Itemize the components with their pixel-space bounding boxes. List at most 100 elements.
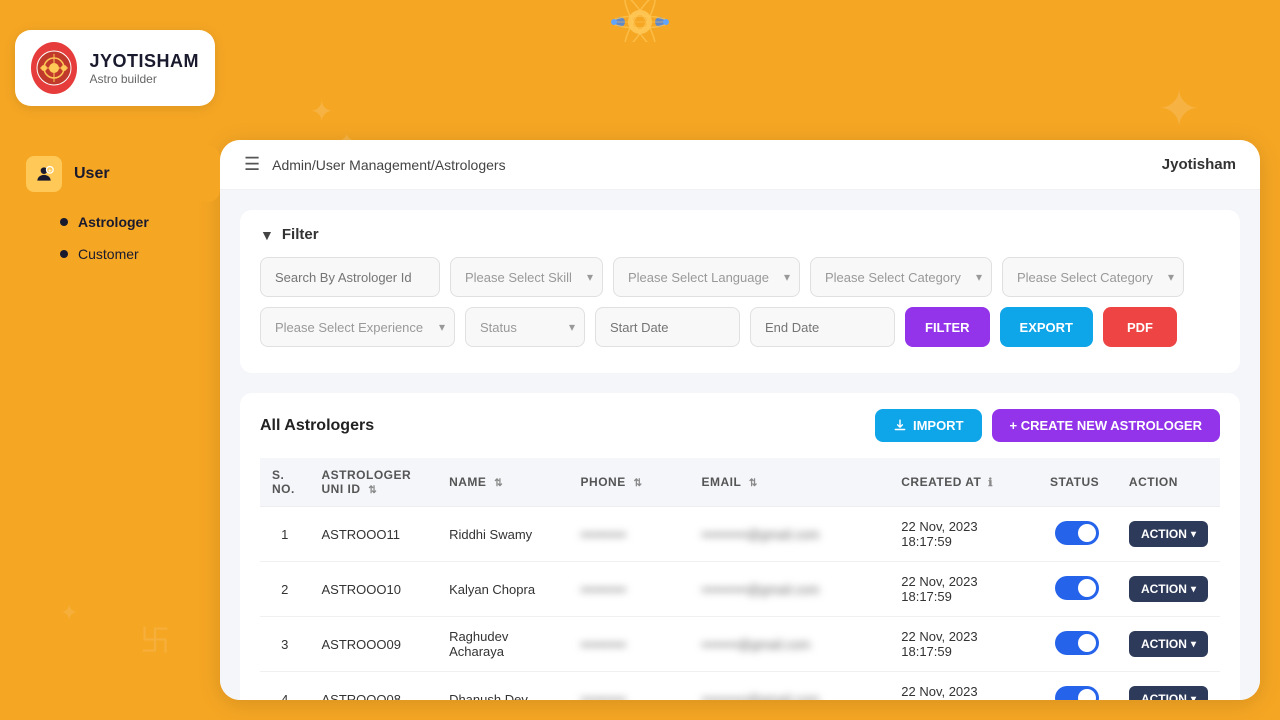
logo-icon xyxy=(31,42,77,94)
status-select-wrapper: Status xyxy=(465,307,585,347)
cell-created: 22 Nov, 2023 18:17:59 xyxy=(889,672,1038,701)
header-left: ☰ Admin/User Management/Astrologers xyxy=(244,154,506,175)
action-button[interactable]: ACTION ▾ xyxy=(1129,576,1208,602)
app-subtitle: Astro builder xyxy=(89,72,199,86)
nav-sub-items: Astrologer Customer xyxy=(10,206,220,270)
filter-header: ▼ Filter xyxy=(260,226,1220,243)
cell-action: ACTION ▾ xyxy=(1117,562,1220,617)
nav-user-label: User xyxy=(74,165,110,183)
table-row: 3 ASTROOO09 Raghudev Acharaya ••••••••••… xyxy=(260,617,1220,672)
skill-select[interactable]: Please Select Skill xyxy=(450,257,603,297)
cell-action: ACTION ▾ xyxy=(1117,507,1220,562)
language-select[interactable]: Please Select Language xyxy=(613,257,800,297)
cell-sno: 4 xyxy=(260,672,310,701)
col-email[interactable]: EMAIL ⇅ xyxy=(689,458,889,507)
col-id[interactable]: ASTROLOGER UNI ID ⇅ xyxy=(310,458,438,507)
table-row: 1 ASTROOO11 Riddhi Swamy •••••••••• ••••… xyxy=(260,507,1220,562)
section-title: All Astrologers xyxy=(260,417,374,435)
col-sno: S. NO. xyxy=(260,458,310,507)
col-created: CREATED AT ℹ xyxy=(889,458,1038,507)
action-button[interactable]: ACTION ▾ xyxy=(1129,686,1208,700)
cell-phone: •••••••••• xyxy=(569,617,690,672)
bg-star-1: ✦ xyxy=(310,95,333,128)
cell-created: 22 Nov, 2023 18:17:59 xyxy=(889,507,1038,562)
status-toggle[interactable] xyxy=(1055,521,1099,545)
astrologers-section: All Astrologers IMPORT + CREATE NEW ASTR… xyxy=(240,393,1240,700)
import-button[interactable]: IMPORT xyxy=(875,409,982,442)
skill-select-wrapper: Please Select Skill xyxy=(450,257,603,297)
category2-select-wrapper: Please Select Category xyxy=(1002,257,1184,297)
cell-status[interactable] xyxy=(1038,507,1117,562)
cell-action: ACTION ▾ xyxy=(1117,672,1220,701)
filter-icon: ▼ xyxy=(260,227,274,243)
table-row: 4 ASTROOO08 Dhanush Dev •••••••••• •••••… xyxy=(260,672,1220,701)
col-name[interactable]: NAME ⇅ xyxy=(437,458,568,507)
status-toggle[interactable] xyxy=(1055,686,1099,701)
experience-select-wrapper: Please Select Experience xyxy=(260,307,455,347)
astrologers-table: S. NO. ASTROLOGER UNI ID ⇅ NAME ⇅ PHONE … xyxy=(260,458,1220,700)
nav-sub-customer[interactable]: Customer xyxy=(50,238,220,270)
cell-status[interactable] xyxy=(1038,672,1117,701)
col-status: STATUS xyxy=(1038,458,1117,507)
action-button[interactable]: ACTION ▾ xyxy=(1129,631,1208,657)
cell-sno: 2 xyxy=(260,562,310,617)
section-actions: IMPORT + CREATE NEW ASTROLOGER xyxy=(875,409,1220,442)
cell-name: Raghudev Acharaya xyxy=(437,617,568,672)
cell-name: Dhanush Dev xyxy=(437,672,568,701)
status-toggle[interactable] xyxy=(1055,576,1099,600)
cell-status[interactable] xyxy=(1038,562,1117,617)
svg-text:+: + xyxy=(48,168,52,174)
status-select[interactable]: Status xyxy=(465,307,585,347)
search-astrologer-input[interactable] xyxy=(260,257,440,297)
action-button[interactable]: ACTION ▾ xyxy=(1129,521,1208,547)
customer-label: Customer xyxy=(78,246,139,262)
nav-sub-astrologer[interactable]: Astrologer xyxy=(50,206,220,238)
logo-card: JYOTISHAM Astro builder xyxy=(15,30,215,106)
table-row: 2 ASTROOO10 Kalyan Chopra •••••••••• •••… xyxy=(260,562,1220,617)
cell-phone: •••••••••• xyxy=(569,672,690,701)
col-action: ACTION xyxy=(1117,458,1220,507)
filter-section: ▼ Filter Please Select Skill Please Sele… xyxy=(240,210,1240,373)
status-toggle[interactable] xyxy=(1055,631,1099,655)
astrologer-label: Astrologer xyxy=(78,214,149,230)
category1-select[interactable]: Please Select Category xyxy=(810,257,992,297)
cell-status[interactable] xyxy=(1038,617,1117,672)
export-button[interactable]: EXPORT xyxy=(1000,307,1093,347)
table-body: 1 ASTROOO11 Riddhi Swamy •••••••••• ••••… xyxy=(260,507,1220,701)
nav-section: + User Astrologer Customer xyxy=(0,146,230,270)
col-phone[interactable]: PHONE ⇅ xyxy=(569,458,690,507)
experience-select[interactable]: Please Select Experience xyxy=(260,307,455,347)
filter-title: Filter xyxy=(282,226,319,243)
user-nav-icon: + xyxy=(26,156,62,192)
logo-text: JYOTISHAM Astro builder xyxy=(89,51,199,86)
cell-action: ACTION ▾ xyxy=(1117,617,1220,672)
content-header: ☰ Admin/User Management/Astrologers Jyot… xyxy=(220,140,1260,190)
category1-select-wrapper: Please Select Category xyxy=(810,257,992,297)
cell-created: 22 Nov, 2023 18:17:59 xyxy=(889,562,1038,617)
create-astrologer-button[interactable]: + CREATE NEW ASTROLOGER xyxy=(992,409,1220,442)
cell-id: ASTROOO08 xyxy=(310,672,438,701)
filter-row-1: Please Select Skill Please Select Langua… xyxy=(260,257,1220,297)
cell-email: ••••••••@gmail.com xyxy=(689,617,889,672)
filter-button[interactable]: FILTER xyxy=(905,307,990,347)
start-date-input[interactable] xyxy=(595,307,740,347)
top-logo-icon xyxy=(600,0,680,42)
breadcrumb: Admin/User Management/Astrologers xyxy=(272,157,505,173)
end-date-input[interactable] xyxy=(750,307,895,347)
cell-name: Riddhi Swamy xyxy=(437,507,568,562)
main-content: ☰ Admin/User Management/Astrologers Jyot… xyxy=(220,140,1260,700)
category2-select[interactable]: Please Select Category xyxy=(1002,257,1184,297)
cell-email: ••••••••••@gmail.com xyxy=(689,507,889,562)
hamburger-icon[interactable]: ☰ xyxy=(244,154,260,175)
astrologer-dot xyxy=(60,218,68,226)
cell-email: ••••••••••@gmail.com xyxy=(689,672,889,701)
cell-id: ASTROOO11 xyxy=(310,507,438,562)
section-header: All Astrologers IMPORT + CREATE NEW ASTR… xyxy=(260,409,1220,442)
pdf-button[interactable]: PDF xyxy=(1103,307,1177,347)
cell-email: ••••••••••@gmail.com xyxy=(689,562,889,617)
sidebar: JYOTISHAM Astro builder + User Astrologe… xyxy=(0,0,230,720)
cell-name: Kalyan Chopra xyxy=(437,562,568,617)
cell-sno: 1 xyxy=(260,507,310,562)
bg-star-right: ✦ xyxy=(1158,80,1200,138)
nav-item-user[interactable]: + User xyxy=(10,146,220,202)
